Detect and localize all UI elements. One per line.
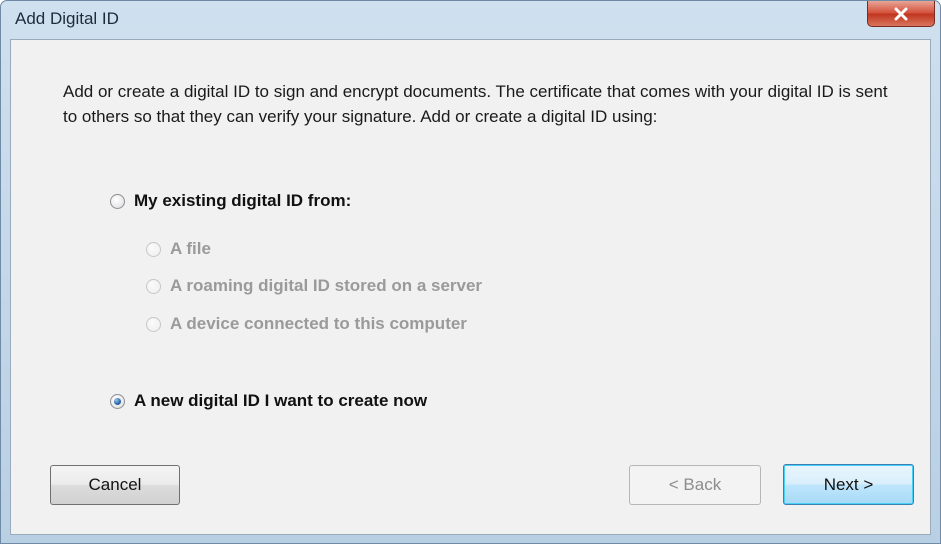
- radio-device-label: A device connected to this computer: [170, 314, 467, 333]
- description-text: Add or create a digital ID to sign and e…: [63, 82, 888, 126]
- radio-new-digital-id[interactable]: A new digital ID I want to create now: [110, 391, 427, 411]
- radio-a-file-label: A file: [170, 239, 211, 258]
- radio-existing-digital-id[interactable]: My existing digital ID from:: [110, 191, 351, 211]
- radio-button[interactable]: [110, 193, 125, 209]
- radio-button: [146, 278, 161, 294]
- cancel-button[interactable]: Cancel: [50, 465, 180, 505]
- close-icon: [893, 7, 909, 21]
- radio-device-connected: A device connected to this computer: [146, 314, 467, 334]
- radio-new-label: A new digital ID I want to create now: [134, 391, 428, 410]
- radio-a-file: A file: [146, 239, 211, 259]
- next-button[interactable]: Next >: [783, 464, 914, 505]
- radio-roaming-label: A roaming digital ID stored on a server: [170, 276, 483, 295]
- title-bar[interactable]: Add Digital ID: [1, 1, 940, 35]
- close-button[interactable]: [867, 1, 935, 27]
- radio-existing-label: My existing digital ID from:: [134, 191, 352, 210]
- window-title: Add Digital ID: [15, 9, 119, 28]
- radio-roaming-digital-id: A roaming digital ID stored on a server: [146, 276, 482, 296]
- radio-button: [146, 316, 161, 332]
- back-button: < Back: [629, 465, 761, 505]
- radio-button[interactable]: [110, 393, 125, 409]
- radio-button: [146, 241, 161, 257]
- add-digital-id-dialog: Add Digital ID Add or create a digital I…: [0, 0, 941, 544]
